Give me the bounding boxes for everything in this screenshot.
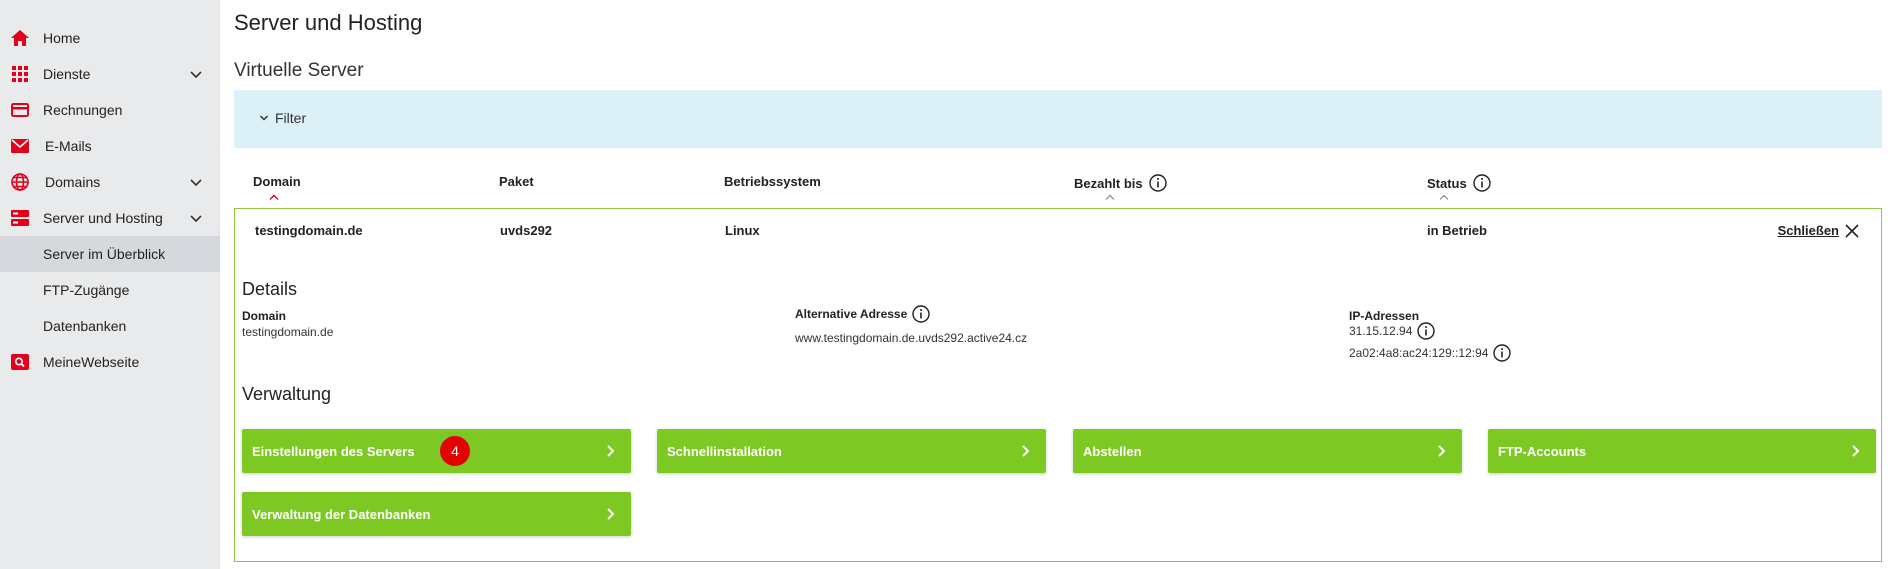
button-label: Verwaltung der Datenbanken bbox=[252, 506, 431, 522]
sidebar-item-label: Datenbanken bbox=[43, 318, 127, 334]
chevron-down-icon[interactable] bbox=[188, 210, 204, 226]
envelope-icon bbox=[10, 136, 30, 156]
sidebar-item-rechnungen[interactable]: Rechnungen bbox=[0, 92, 220, 128]
verwaltung-der-datenbanken-button[interactable]: Verwaltung der Datenbanken bbox=[242, 492, 631, 536]
sidebar-item-label: Dienste bbox=[43, 66, 91, 82]
close-icon bbox=[1845, 223, 1859, 238]
detail-domain-value: testingdomain.de bbox=[242, 325, 334, 339]
detail-alt-address-label-text: Alternative Adresse bbox=[795, 307, 908, 321]
column-header-paket[interactable]: Paket bbox=[499, 174, 534, 189]
chevron-right-icon bbox=[1852, 445, 1860, 457]
chevron-down-icon[interactable] bbox=[188, 174, 204, 190]
column-header-status[interactable]: Status bbox=[1427, 174, 1491, 192]
sort-icon bbox=[1105, 194, 1115, 200]
column-header-label: Paket bbox=[499, 174, 534, 189]
ftp-accounts-button[interactable]: FTP-Accounts bbox=[1488, 429, 1876, 473]
sidebar-item-server-und-hosting[interactable]: Server und Hosting bbox=[0, 200, 220, 236]
sidebar-item-label: Server und Hosting bbox=[43, 210, 163, 226]
info-icon[interactable] bbox=[1473, 174, 1491, 192]
server-detail-panel: testingdomain.de uvds292 Linux in Betrie… bbox=[234, 208, 1882, 562]
filter-toggle[interactable]: Filter bbox=[259, 110, 306, 126]
ipv4-value: 31.15.12.94 bbox=[1349, 324, 1413, 338]
sidebar-item-dienste[interactable]: Dienste bbox=[0, 56, 220, 92]
info-icon[interactable] bbox=[1148, 174, 1167, 192]
column-header-betriebssystem[interactable]: Betriebssystem bbox=[724, 174, 821, 189]
close-button[interactable]: Schließen bbox=[1778, 223, 1859, 238]
button-label: Abstellen bbox=[1083, 443, 1142, 459]
chevron-right-icon bbox=[1438, 445, 1446, 457]
filter-bar: Filter bbox=[234, 90, 1882, 148]
ipv6-value: 2a02:4a8:ac24:129::12:94 bbox=[1349, 346, 1489, 360]
server-icon bbox=[10, 208, 30, 228]
page-subtitle: Virtuelle Server bbox=[234, 60, 364, 81]
chevron-right-icon bbox=[607, 445, 615, 457]
chevron-right-icon bbox=[1022, 445, 1030, 457]
abstellen-button[interactable]: Abstellen bbox=[1073, 429, 1462, 473]
detail-alt-address-value: www.testingdomain.de.uvds292.active24.cz bbox=[795, 331, 1028, 345]
column-header-label: Bezahlt bis bbox=[1074, 175, 1143, 191]
grid-icon bbox=[10, 64, 30, 84]
sidebar-item-label: MeineWebseite bbox=[43, 354, 140, 370]
home-icon bbox=[10, 28, 30, 48]
close-label: Schließen bbox=[1777, 223, 1839, 238]
sidebar-item-home[interactable]: Home bbox=[0, 20, 220, 56]
einstellungen-des-servers-button[interactable]: Einstellungen des Servers 4 bbox=[242, 429, 631, 473]
schnellinstallation-button[interactable]: Schnellinstallation bbox=[657, 429, 1046, 473]
button-label: Schnellinstallation bbox=[667, 443, 782, 459]
detail-ipv4: 31.15.12.94 bbox=[1349, 322, 1436, 340]
sidebar-item-emails[interactable]: E-Mails bbox=[0, 128, 220, 164]
row-betriebssystem: Linux bbox=[725, 223, 760, 238]
row-paket: uvds292 bbox=[500, 223, 553, 238]
detail-domain-label: Domain bbox=[242, 309, 287, 323]
sidebar-item-datenbanken[interactable]: Datenbanken bbox=[0, 308, 220, 344]
details-title: Details bbox=[242, 279, 298, 299]
column-header-label: Betriebssystem bbox=[724, 174, 821, 189]
column-header-domain[interactable]: Domain bbox=[253, 174, 301, 189]
info-icon[interactable] bbox=[1417, 322, 1436, 340]
sidebar-item-server-im-ueberblick[interactable]: Server im Überblick bbox=[0, 236, 220, 272]
sidebar-item-ftp-zugaenge[interactable]: FTP-Zugänge bbox=[0, 272, 220, 308]
column-header-label: Status bbox=[1427, 175, 1467, 191]
sidebar-item-label: Server im Überblick bbox=[43, 246, 166, 262]
status-badge: in Betrieb bbox=[1427, 223, 1487, 238]
globe-icon bbox=[10, 172, 30, 192]
sidebar-item-meinewebseite[interactable]: MeineWebseite bbox=[0, 344, 220, 380]
sidebar-item-label: Domains bbox=[45, 174, 101, 190]
verwaltung-title: Verwaltung bbox=[242, 384, 332, 404]
button-label: FTP-Accounts bbox=[1498, 443, 1587, 459]
sort-asc-icon bbox=[269, 194, 279, 200]
credit-card-icon bbox=[10, 100, 30, 120]
detail-ip-label: IP-Adressen bbox=[1349, 309, 1420, 323]
button-label: Einstellungen des Servers bbox=[252, 443, 415, 459]
sidebar-item-label: Home bbox=[43, 30, 81, 46]
filter-label: Filter bbox=[275, 110, 307, 126]
sidebar-item-label: E-Mails bbox=[45, 138, 92, 154]
info-icon[interactable] bbox=[912, 305, 930, 323]
notification-badge: 4 bbox=[440, 436, 470, 466]
column-header-label: Domain bbox=[253, 174, 301, 189]
row-domain: testingdomain.de bbox=[255, 223, 363, 238]
sidebar-item-label: FTP-Zugänge bbox=[43, 282, 130, 298]
detail-alt-address-label: Alternative Adresse bbox=[795, 305, 930, 323]
column-header-bezahlt-bis[interactable]: Bezahlt bis bbox=[1074, 174, 1167, 192]
detail-ipv6: 2a02:4a8:ac24:129::12:94 bbox=[1349, 344, 1512, 362]
chevron-right-icon bbox=[607, 508, 615, 520]
chevron-down-icon bbox=[259, 115, 269, 121]
page-title: Server und Hosting bbox=[234, 10, 423, 35]
sidebar-item-domains[interactable]: Domains bbox=[0, 164, 220, 200]
sidebar: Home Dienste Rechnungen E-Mails Domains bbox=[0, 0, 220, 569]
info-icon[interactable] bbox=[1493, 344, 1512, 362]
chevron-down-icon[interactable] bbox=[188, 66, 204, 82]
sidebar-item-label: Rechnungen bbox=[43, 102, 123, 118]
website-search-icon bbox=[10, 352, 30, 372]
sort-icon bbox=[1439, 194, 1449, 200]
